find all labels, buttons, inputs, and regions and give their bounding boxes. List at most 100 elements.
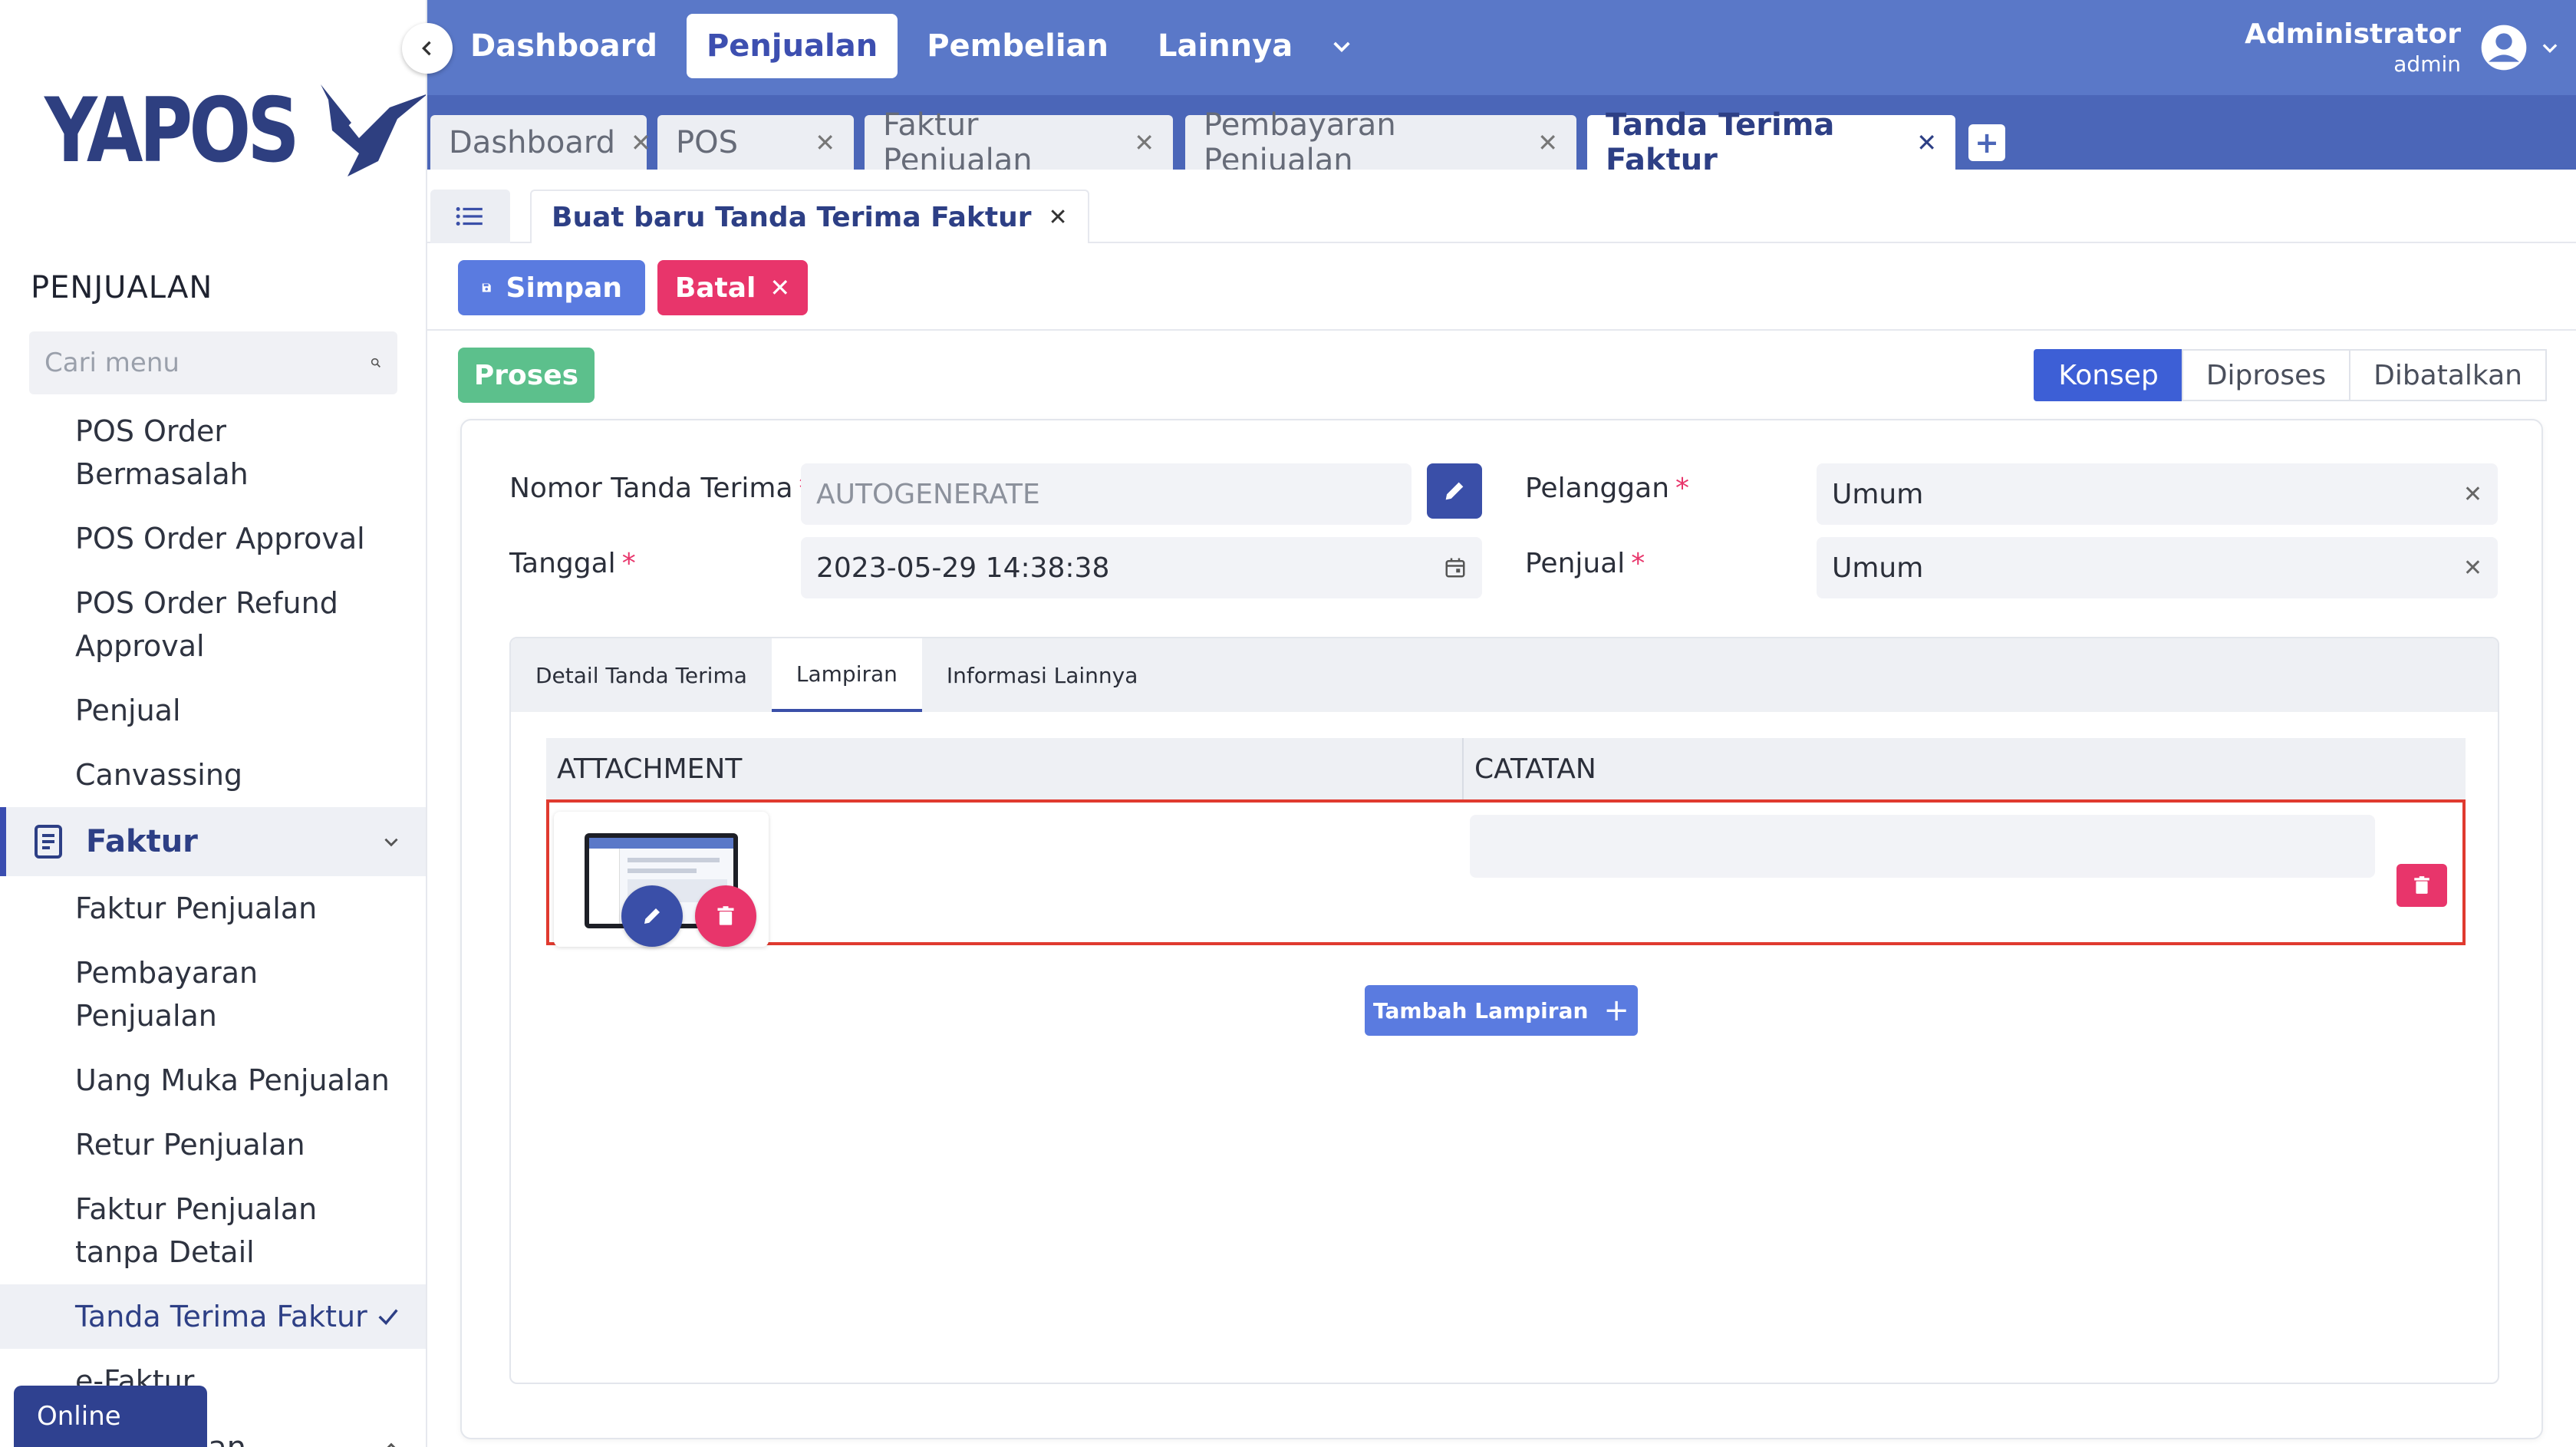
add-tab-button[interactable]: +: [1968, 124, 2005, 161]
trash-icon: [2414, 876, 2429, 894]
tab-label: Faktur Penjualan: [883, 107, 1033, 178]
window-tab-faktur-penjualan[interactable]: Faktur Penjualan ✕: [865, 107, 1173, 178]
col-attachment: ATTACHMENT: [546, 738, 1464, 799]
cancel-button[interactable]: Batal ✕: [657, 260, 808, 315]
user-name: Administrator: [2245, 18, 2461, 50]
attachment-table: ATTACHMENT CATATAN: [546, 738, 2466, 947]
add-attachment-button[interactable]: Tambah Lampiran +: [1365, 985, 1638, 1036]
user-menu[interactable]: Administrator admin: [2245, 11, 2561, 84]
plus-icon: +: [1603, 993, 1629, 1028]
sidebar-item-uang-muka-penjualan[interactable]: Uang Muka Penjualan: [0, 1048, 426, 1112]
sidebar-menu: POS Order Bermasalah POS Order Approval …: [0, 399, 426, 1447]
detail-tabs: Detail Tanda Terima Lampiran Informasi L…: [511, 638, 2498, 712]
step-diproses[interactable]: Diproses: [2181, 349, 2351, 401]
form-card: Nomor Tanda Terima* AUTOGENERATE Tanggal…: [460, 419, 2543, 1439]
penjual-value: Umum: [1832, 552, 1924, 584]
sidebar-item-pos-order-refund-approval[interactable]: POS Order Refund Approval: [0, 571, 426, 678]
sidebar-item-pos-order-approval[interactable]: POS Order Approval: [0, 506, 426, 571]
required-mark: *: [1631, 548, 1645, 579]
close-icon[interactable]: ✕: [1048, 204, 1067, 231]
subtab-label: Buat baru Tanda Terima Faktur: [552, 201, 1032, 233]
cancel-label: Batal: [674, 272, 756, 304]
save-button[interactable]: Simpan: [458, 260, 645, 315]
tanggal-input[interactable]: 2023-05-29 14:38:38: [801, 537, 1482, 598]
sidebar-item-faktur-penjualan[interactable]: Faktur Penjualan: [0, 876, 426, 941]
window-tab-tanda-terima-faktur[interactable]: Tanda Terima Faktur ✕: [1587, 107, 1955, 178]
list-icon: [456, 206, 483, 226]
col-note: CATATAN: [1474, 753, 1596, 785]
clear-icon[interactable]: ✕: [2463, 481, 2482, 508]
tanggal-label-text: Tanggal: [509, 548, 616, 579]
clear-icon[interactable]: ✕: [2463, 555, 2482, 582]
list-view-button[interactable]: [430, 190, 510, 243]
sidebar-group-label: Faktur: [86, 824, 198, 859]
avatar-icon: [2481, 25, 2527, 71]
logo: YAPOS: [44, 77, 426, 184]
sidebar-item-pembayaran-penjualan[interactable]: Pembayaran Penjualan: [0, 941, 426, 1048]
tab-label: Tanda Terima Faktur: [1606, 107, 1835, 178]
attachment-thumbnail[interactable]: [554, 812, 769, 947]
sidebar-item-retur-penjualan[interactable]: Retur Penjualan: [0, 1112, 426, 1177]
nav-dashboard[interactable]: Dashboard: [450, 14, 677, 78]
sidebar-collapse-button[interactable]: [402, 23, 453, 74]
chevron-down-icon: [384, 838, 398, 847]
trash-icon: [717, 906, 734, 925]
user-info: Administrator admin: [2245, 18, 2461, 77]
penjual-label: Penjual *: [1525, 548, 1645, 579]
menu-search-input[interactable]: [44, 348, 370, 378]
section-title: PENJUALAN: [31, 270, 213, 305]
close-icon: ✕: [769, 273, 791, 302]
sidebar-item-penjual[interactable]: Penjual: [0, 678, 426, 743]
close-icon[interactable]: ✕: [631, 128, 651, 157]
sidebar-item-faktur-penjualan-tanpa-detail[interactable]: Faktur Penjualan tanpa Detail: [0, 1177, 426, 1284]
tab-detail-tanda-terima[interactable]: Detail Tanda Terima: [511, 638, 772, 712]
nomor-input[interactable]: AUTOGENERATE: [801, 463, 1412, 525]
floppy-icon: [482, 283, 491, 292]
process-button[interactable]: Proses: [458, 348, 595, 403]
penjual-select[interactable]: Umum ✕: [1817, 537, 2498, 598]
status-bar: Proses Konsep Diproses Dibatalkan: [427, 331, 2576, 421]
delete-row-button[interactable]: [2396, 864, 2447, 907]
calendar-icon[interactable]: [1444, 556, 1467, 579]
menu-search[interactable]: [29, 331, 397, 394]
close-icon[interactable]: ✕: [1134, 128, 1155, 157]
search-icon: [371, 358, 380, 368]
sidebar-item-pos-order-bermasalah[interactable]: POS Order Bermasalah: [0, 399, 426, 506]
subtab-new-tanda-terima[interactable]: Buat baru Tanda Terima Faktur ✕: [530, 190, 1089, 243]
chevron-down-icon: [1333, 41, 1350, 52]
edit-nomor-button[interactable]: [1427, 463, 1482, 519]
close-icon[interactable]: ✕: [1916, 128, 1937, 157]
nav-pembelian[interactable]: Pembelian: [907, 14, 1128, 78]
sub-tabs: Buat baru Tanda Terima Faktur ✕: [427, 170, 2576, 243]
top-navbar: Dashboard Penjualan Pembelian Lainnya Ad…: [427, 0, 2576, 95]
pelanggan-value: Umum: [1832, 478, 1924, 510]
sidebar-item-canvassing[interactable]: Canvassing: [0, 743, 426, 807]
pelanggan-label: Pelanggan *: [1525, 473, 1689, 504]
window-tab-dashboard[interactable]: Dashboard ✕: [430, 115, 651, 170]
edit-attachment-button[interactable]: [621, 885, 683, 947]
tab-label: POS: [676, 124, 738, 160]
check-icon: [378, 1309, 398, 1326]
nav-penjualan[interactable]: Penjualan: [686, 14, 898, 78]
step-dibatalkan[interactable]: Dibatalkan: [2349, 349, 2547, 401]
close-icon[interactable]: ✕: [1537, 128, 1558, 157]
chevron-left-icon: [422, 41, 431, 56]
note-input[interactable]: [1470, 815, 2375, 878]
sidebar-item-tanda-terima-faktur[interactable]: Tanda Terima Faktur: [0, 1284, 426, 1349]
step-konsep[interactable]: Konsep: [2034, 349, 2183, 401]
chevron-down-icon: [2542, 44, 2558, 53]
action-bar: Simpan Batal ✕: [427, 243, 2576, 331]
tab-informasi-lainnya[interactable]: Informasi Lainnya: [922, 638, 1162, 712]
online-status-badge[interactable]: Online: [14, 1386, 207, 1447]
window-tab-pos[interactable]: POS ✕: [657, 115, 854, 170]
nav-more-dropdown[interactable]: [1329, 34, 1354, 58]
pelanggan-select[interactable]: Umum ✕: [1817, 463, 2498, 525]
tab-lampiran[interactable]: Lampiran: [771, 638, 922, 712]
save-label: Simpan: [506, 272, 622, 304]
penjual-label-text: Penjual: [1525, 548, 1626, 579]
window-tab-pembayaran-penjualan[interactable]: Pembayaran Penjualan ✕: [1185, 107, 1576, 178]
nav-lainnya[interactable]: Lainnya: [1138, 14, 1313, 78]
delete-attachment-button[interactable]: [695, 885, 756, 947]
close-icon[interactable]: ✕: [815, 128, 835, 157]
sidebar-group-faktur[interactable]: Faktur: [0, 807, 426, 876]
